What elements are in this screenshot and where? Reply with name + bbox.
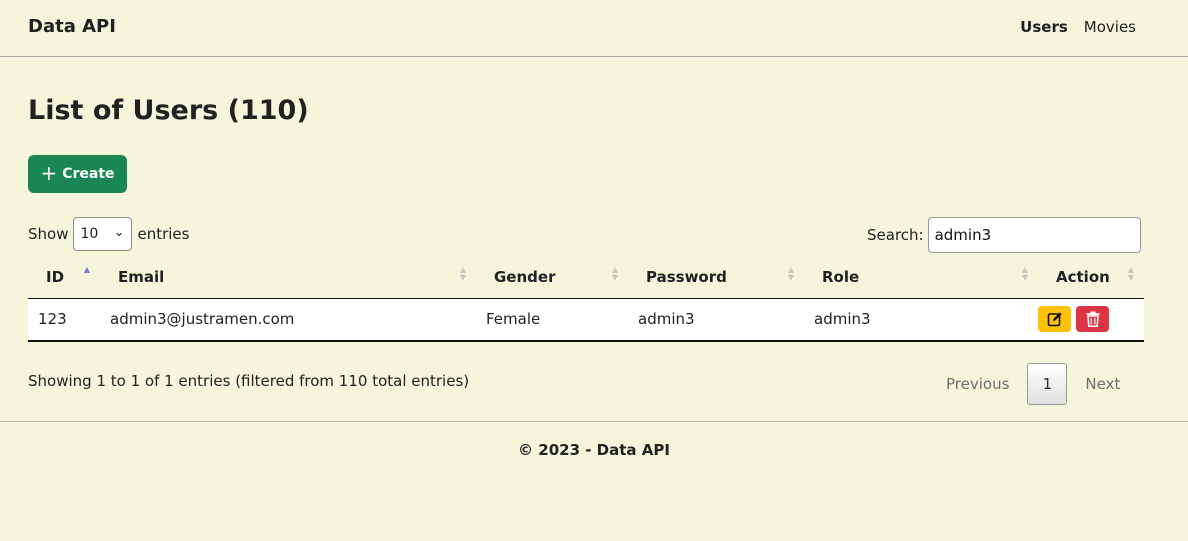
next-button[interactable]: Next — [1069, 375, 1136, 393]
column-header-action[interactable]: Action ▲ ▼ — [1038, 256, 1144, 299]
cell-role: admin3 — [804, 298, 1038, 342]
cell-gender: Female — [476, 298, 628, 342]
page-button-current[interactable]: 1 — [1027, 363, 1068, 405]
cell-email: admin3@justramen.com — [100, 298, 476, 342]
entries-length-control: Show 10 ⌄ entries — [28, 217, 189, 251]
edit-button[interactable] — [1038, 306, 1071, 333]
search-input[interactable] — [927, 217, 1141, 253]
cell-password: admin3 — [628, 298, 804, 342]
trash-icon — [1086, 311, 1099, 328]
nav-link-movies[interactable]: Movies — [1084, 18, 1136, 36]
column-header-role[interactable]: Role ▲ ▼ — [804, 256, 1038, 299]
table-row: 123 admin3@justramen.com Female admin3 a… — [28, 298, 1144, 342]
column-label: ID — [46, 267, 65, 286]
search-control: Search: — [867, 217, 1141, 253]
footer: © 2023 - Data API — [0, 421, 1188, 541]
create-button-label: Create — [62, 166, 115, 182]
column-header-password[interactable]: Password ▲ ▼ — [628, 256, 804, 299]
sort-icon: ▲ ▼ — [1127, 265, 1134, 282]
column-label: Gender — [494, 267, 556, 286]
column-label: Action — [1056, 267, 1110, 286]
search-label: Search: — [867, 226, 924, 244]
column-label: Email — [118, 267, 165, 286]
column-header-email[interactable]: Email ▲ ▼ — [100, 256, 476, 299]
page-title: List of Users (110) — [28, 95, 309, 126]
delete-button[interactable] — [1076, 306, 1109, 333]
column-header-gender[interactable]: Gender ▲ ▼ — [476, 256, 628, 299]
sort-icon: ▲ ▼ — [459, 265, 466, 282]
column-label: Role — [822, 267, 860, 286]
nav-link-users[interactable]: Users — [1020, 18, 1068, 36]
nav-links: Users Movies — [1020, 18, 1136, 36]
column-header-id[interactable]: ID ▲ — [28, 256, 100, 299]
sort-icon: ▲ ▼ — [787, 265, 794, 282]
users-table-wrapper: ID ▲ Email ▲ ▼ Gender ▲ ▼ Password ▲ ▼ Role — [28, 256, 1144, 342]
column-label: Password — [646, 267, 727, 286]
brand-link[interactable]: Data API — [28, 16, 116, 37]
create-button[interactable]: + Create — [28, 155, 127, 193]
footer-copyright: © 2023 - Data API — [518, 441, 670, 459]
users-table: ID ▲ Email ▲ ▼ Gender ▲ ▼ Password ▲ ▼ Role — [28, 256, 1144, 342]
cell-action — [1038, 298, 1144, 342]
entries-select[interactable]: 10 ⌄ — [73, 217, 133, 251]
entries-select-value: 10 — [80, 226, 99, 242]
pagination: Previous 1 Next — [930, 363, 1136, 405]
chevron-down-icon: ⌄ — [113, 225, 125, 240]
length-prefix: Show — [28, 225, 69, 243]
cell-id: 123 — [28, 298, 100, 342]
length-suffix: entries — [137, 225, 190, 243]
navbar: Data API Users Movies — [0, 0, 1188, 57]
edit-icon — [1047, 312, 1062, 327]
sort-icon: ▲ ▼ — [611, 265, 618, 282]
sort-ascending-icon: ▲ — [83, 265, 90, 274]
previous-button[interactable]: Previous — [930, 375, 1025, 393]
table-info: Showing 1 to 1 of 1 entries (filtered fr… — [28, 372, 470, 390]
table-header-row: ID ▲ Email ▲ ▼ Gender ▲ ▼ Password ▲ ▼ Role — [28, 256, 1144, 299]
plus-icon: + — [40, 161, 58, 185]
sort-icon: ▲ ▼ — [1021, 265, 1028, 282]
